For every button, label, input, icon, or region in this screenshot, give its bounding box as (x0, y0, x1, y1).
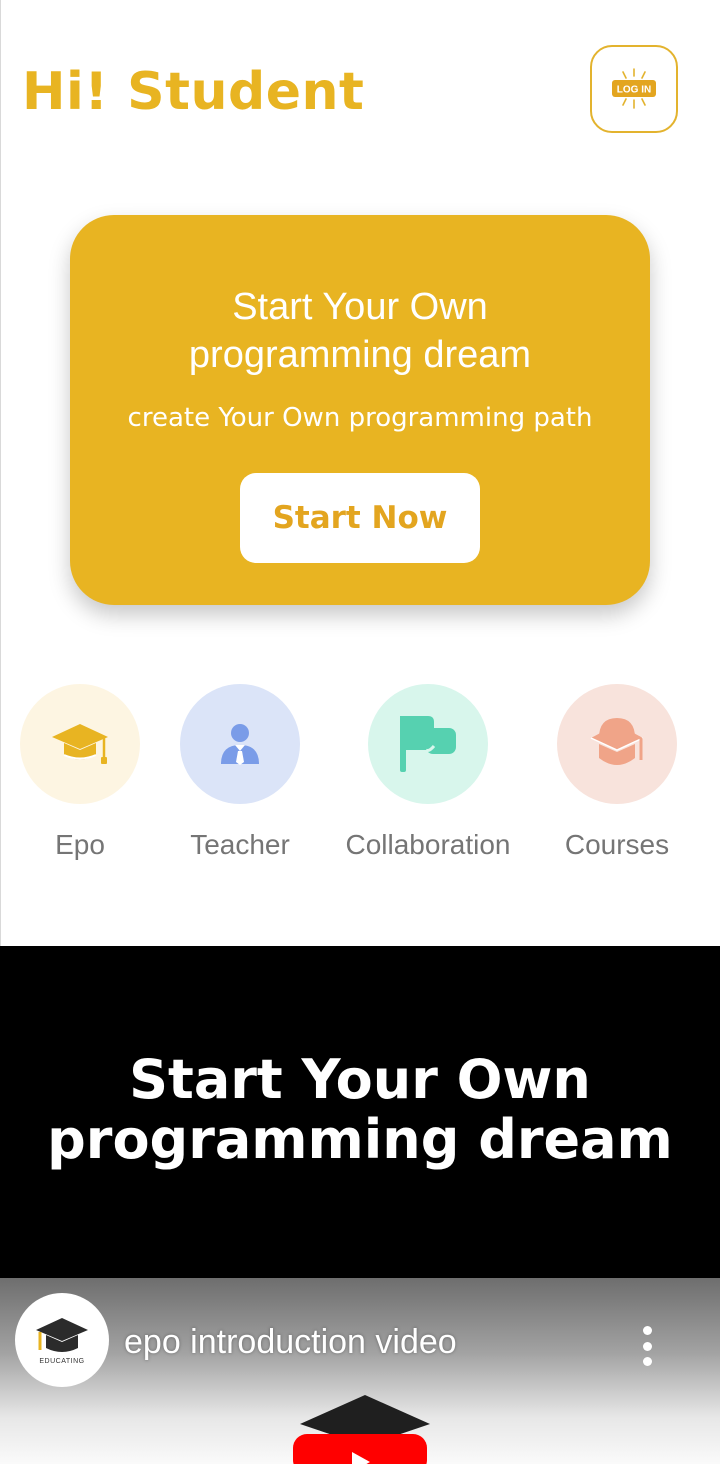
graduation-cap-icon (52, 724, 108, 764)
category-label: Courses (564, 829, 670, 860)
menu-dot (642, 1326, 652, 1335)
play-button-icon[interactable] (290, 1394, 440, 1464)
channel-avatar[interactable]: EDUCATING (15, 1293, 109, 1387)
category-courses[interactable]: Courses (532, 684, 702, 862)
menu-dot (642, 1357, 652, 1366)
login-icon-text: LOG IN (617, 85, 651, 96)
category-epo-circle (20, 684, 140, 804)
login-badge-icon: LOG IN (612, 68, 656, 109)
chat-flag-icon (400, 716, 456, 772)
hero-title: Start Your Own programming dream (188, 286, 532, 376)
hero-card: Start Your Own programming dream create … (70, 215, 650, 605)
category-collaboration-circle (368, 684, 488, 804)
category-courses-circle (557, 684, 677, 804)
category-collaboration[interactable]: Collaboration (343, 684, 513, 862)
category-label: Epo (55, 829, 105, 860)
category-teacher[interactable]: Teacher (155, 684, 325, 862)
teacher-person-icon (221, 724, 259, 765)
category-teacher-circle (180, 684, 300, 804)
graduation-cap-icon (36, 1317, 88, 1352)
hero-subtitle: create Your Own programming path (127, 403, 593, 433)
channel-logo-text: EDUCATING (39, 1357, 85, 1365)
category-epo[interactable]: Epo (0, 684, 165, 862)
promo-banner: Start Your Own programming dream (0, 946, 720, 1278)
video-title[interactable]: epo introduction video (124, 1320, 457, 1364)
menu-dot (642, 1341, 652, 1351)
start-now-button[interactable]: Start Now (240, 473, 480, 563)
greeting-title: Hi! Student (22, 62, 365, 122)
login-button[interactable]: LOG IN (590, 45, 678, 133)
more-vertical-icon[interactable] (632, 1326, 662, 1366)
promo-title: Start Your Own programming dream (47, 1048, 673, 1171)
video-player[interactable]: EDUCATING epo introduction video (0, 1278, 720, 1464)
category-label: Collaboration (345, 829, 511, 860)
category-label: Teacher (190, 829, 290, 860)
course-cap-icon (590, 718, 644, 765)
